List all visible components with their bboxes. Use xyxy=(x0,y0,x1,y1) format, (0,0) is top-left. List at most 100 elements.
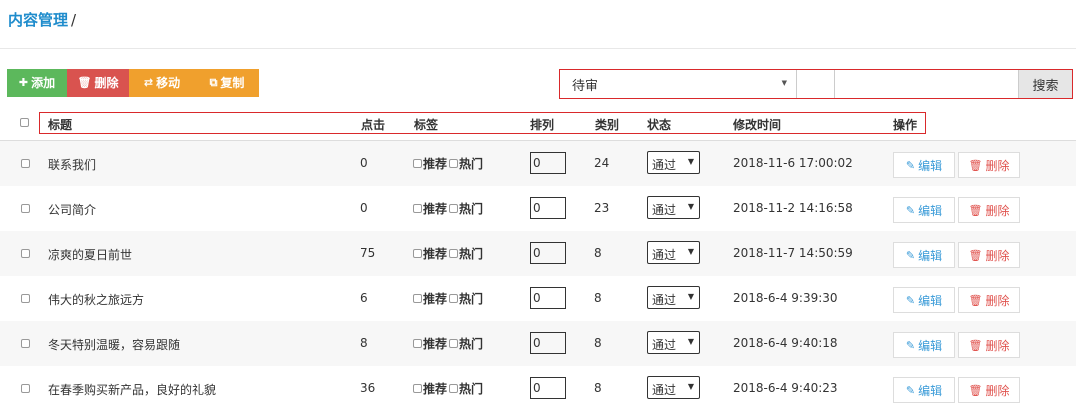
recommend-checkbox[interactable] xyxy=(413,339,422,348)
delete-button[interactable]: 🗑 删除 xyxy=(67,69,129,97)
row-checkbox[interactable] xyxy=(21,294,30,303)
trash-icon: 🗑 xyxy=(968,338,983,352)
order-input[interactable]: 0 xyxy=(530,332,566,354)
order-input[interactable]: 0 xyxy=(530,377,566,399)
delete-label: 删除 xyxy=(985,293,1010,308)
status-select[interactable]: 通过 ▼ xyxy=(647,196,700,219)
row-title[interactable]: 在春季购买新产品，良好的礼貌 xyxy=(48,381,216,398)
status-select[interactable]: 通过 ▼ xyxy=(647,331,700,354)
edit-button[interactable]: ✎ 编辑 xyxy=(893,377,955,403)
header-modified: 修改时间 xyxy=(733,118,782,132)
trash-icon: 🗑 xyxy=(77,76,92,89)
row-category: 23 xyxy=(594,201,610,215)
edit-button[interactable]: ✎ 编辑 xyxy=(893,287,955,313)
hot-checkbox[interactable] xyxy=(449,339,459,348)
trash-icon: 🗑 xyxy=(968,203,983,217)
breadcrumb: 内容管理 / xyxy=(8,9,76,30)
row-title[interactable]: 联系我们 xyxy=(48,156,96,173)
recommend-label: 推荐 xyxy=(423,247,448,261)
add-button[interactable]: ✚ 添加 xyxy=(7,69,67,97)
recommend-label: 推荐 xyxy=(423,337,448,351)
caret-down-icon: ▼ xyxy=(687,157,694,166)
hot-checkbox[interactable] xyxy=(449,294,459,303)
copy-icon: ⧉ xyxy=(209,76,218,89)
row-delete-button[interactable]: 🗑 删除 xyxy=(958,152,1020,178)
edit-button[interactable]: ✎ 编辑 xyxy=(893,242,955,268)
status-filter-select[interactable]: 待审 ▼ xyxy=(560,70,797,98)
row-title[interactable]: 凉爽的夏日前世 xyxy=(48,246,132,263)
row-tags: 推荐 热门 xyxy=(413,290,485,307)
caret-down-icon: ▼ xyxy=(687,292,694,301)
order-input[interactable]: 0 xyxy=(530,242,566,264)
row-delete-button[interactable]: 🗑 删除 xyxy=(958,197,1020,223)
status-select[interactable]: 通过 ▼ xyxy=(647,376,700,399)
breadcrumb-separator: / xyxy=(71,11,77,29)
caret-down-icon: ▼ xyxy=(687,247,694,256)
caret-down-icon: ▼ xyxy=(687,337,694,346)
hot-checkbox[interactable] xyxy=(449,159,459,168)
recommend-checkbox[interactable] xyxy=(413,159,422,168)
row-clicks: 36 xyxy=(360,381,376,395)
edit-button[interactable]: ✎ 编辑 xyxy=(893,332,955,358)
edit-label: 编辑 xyxy=(918,203,943,218)
row-checkbox[interactable] xyxy=(21,384,30,393)
row-checkbox[interactable] xyxy=(21,159,30,168)
status-select[interactable]: 通过 ▼ xyxy=(647,286,700,309)
edit-icon: ✎ xyxy=(905,383,916,397)
status-select[interactable]: 通过 ▼ xyxy=(647,151,700,174)
row-delete-button[interactable]: 🗑 删除 xyxy=(958,332,1020,358)
row-clicks: 8 xyxy=(360,336,368,350)
edit-button[interactable]: ✎ 编辑 xyxy=(893,152,955,178)
order-input[interactable]: 0 xyxy=(530,152,566,174)
recommend-checkbox[interactable] xyxy=(413,384,422,393)
row-modified: 2018-6-4 9:40:23 xyxy=(733,381,838,395)
table-row: 冬天特别温暖，容易跟随 8 推荐 热门 0 8 通过 ▼ 2018-6-4 9:4… xyxy=(0,321,1076,366)
recommend-checkbox[interactable] xyxy=(413,294,422,303)
breadcrumb-current[interactable]: 内容管理 xyxy=(8,11,68,29)
order-input[interactable]: 0 xyxy=(530,287,566,309)
delete-label: 删除 xyxy=(985,203,1010,218)
row-clicks: 0 xyxy=(360,156,368,170)
edit-icon: ✎ xyxy=(905,338,916,352)
hot-checkbox[interactable] xyxy=(449,204,459,213)
row-delete-button[interactable]: 🗑 删除 xyxy=(958,377,1020,403)
header-status: 状态 xyxy=(647,118,672,132)
select-all-checkbox[interactable] xyxy=(20,118,29,127)
hot-checkbox[interactable] xyxy=(449,384,459,393)
move-button[interactable]: ⇄ 移动 xyxy=(129,69,195,97)
header-title: 标题 xyxy=(48,118,73,132)
row-delete-button[interactable]: 🗑 删除 xyxy=(958,287,1020,313)
search-bar: 待审 ▼ 搜索 xyxy=(559,69,1073,99)
table-row: 联系我们 0 推荐 热门 0 24 通过 ▼ 2018-11-6 17:00:02… xyxy=(0,141,1076,186)
copy-button[interactable]: ⧉ 复制 xyxy=(195,69,259,97)
order-input[interactable]: 0 xyxy=(530,197,566,219)
row-title[interactable]: 伟大的秋之旅远方 xyxy=(48,291,144,308)
row-checkbox[interactable] xyxy=(21,204,30,213)
row-title[interactable]: 冬天特别温暖，容易跟随 xyxy=(48,336,180,353)
trash-icon: 🗑 xyxy=(968,158,983,172)
hot-checkbox[interactable] xyxy=(449,249,459,258)
row-clicks: 6 xyxy=(360,291,368,305)
row-checkbox[interactable] xyxy=(21,249,30,258)
edit-icon: ✎ xyxy=(905,158,916,172)
recommend-checkbox[interactable] xyxy=(413,249,422,258)
recommend-checkbox[interactable] xyxy=(413,204,422,213)
row-tags: 推荐 热门 xyxy=(413,200,485,217)
status-filter-value: 待审 xyxy=(572,78,599,94)
status-select[interactable]: 通过 ▼ xyxy=(647,241,700,264)
row-checkbox[interactable] xyxy=(21,339,30,348)
status-value: 通过 xyxy=(652,293,677,307)
row-category: 8 xyxy=(594,291,602,305)
row-modified: 2018-11-2 14:16:58 xyxy=(733,201,853,215)
edit-button[interactable]: ✎ 编辑 xyxy=(893,197,955,223)
row-delete-button[interactable]: 🗑 删除 xyxy=(958,242,1020,268)
table-row: 伟大的秋之旅远方 6 推荐 热门 0 8 通过 ▼ 2018-6-4 9:39:3… xyxy=(0,276,1076,321)
header-tags: 标签 xyxy=(414,118,439,132)
status-value: 通过 xyxy=(652,203,677,217)
header-clicks: 点击 xyxy=(361,118,386,132)
search-input[interactable] xyxy=(835,70,1018,98)
search-button[interactable]: 搜索 xyxy=(1018,70,1072,98)
move-button-label: 移动 xyxy=(156,76,181,90)
row-tags: 推荐 热门 xyxy=(413,335,485,352)
row-title[interactable]: 公司简介 xyxy=(48,201,96,218)
